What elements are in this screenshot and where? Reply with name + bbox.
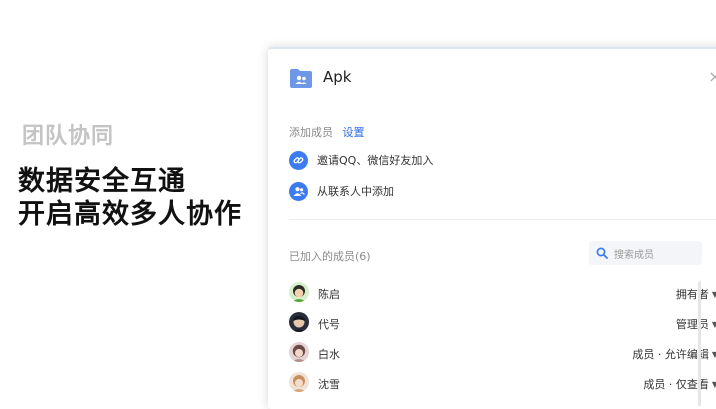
invite-qq-wechat-button[interactable]: 邀请QQ、微信好友加入 bbox=[289, 149, 433, 171]
add-members-row: 添加成员 设置 bbox=[289, 124, 365, 140]
member-name: 代号 bbox=[318, 318, 340, 331]
avatar bbox=[289, 282, 309, 302]
member-role-dropdown[interactable]: 成员 · 仅查看 ▼ bbox=[643, 376, 716, 392]
search-icon bbox=[596, 247, 608, 259]
search-members-input[interactable]: 搜索成员 bbox=[589, 241, 702, 265]
caret-down-icon: ▼ bbox=[711, 380, 716, 389]
caret-down-icon: ▼ bbox=[711, 290, 716, 299]
caret-down-icon: ▼ bbox=[711, 320, 716, 329]
dialog-title: Apk bbox=[323, 68, 352, 86]
caret-down-icon: ▼ bbox=[711, 350, 716, 359]
close-icon[interactable]: × bbox=[707, 69, 716, 85]
add-from-contacts-label: 从联系人中添加 bbox=[317, 185, 394, 198]
member-role-label: 管理员 bbox=[675, 318, 709, 331]
promo-headline-line2: 开启高效多人协作 bbox=[18, 199, 242, 230]
dialog-header: Apk × bbox=[289, 67, 716, 91]
promo-headline-line1: 数据安全互通 bbox=[18, 166, 186, 197]
member-name: 白水 bbox=[318, 348, 340, 361]
contacts-icon bbox=[289, 181, 308, 201]
member-role-label: 拥有者 bbox=[675, 288, 709, 301]
search-placeholder: 搜索成员 bbox=[614, 249, 654, 261]
share-dialog: Apk × 添加成员 设置 邀请QQ、微信好友加入 从联系人中添加 已加入的成员… bbox=[268, 47, 716, 409]
link-icon bbox=[289, 150, 308, 170]
member-role-dropdown[interactable]: 拥有者 ▼ bbox=[676, 286, 716, 302]
member-role-dropdown[interactable]: 成员 · 允许编辑 ▼ bbox=[632, 346, 716, 362]
member-role-dropdown[interactable]: 管理员 ▼ bbox=[676, 316, 716, 332]
member-name: 沈雪 bbox=[318, 378, 340, 391]
promo-headline: 数据安全互通 开启高效多人协作 bbox=[18, 165, 242, 231]
joined-members-label: 已加入的成员(6) bbox=[289, 250, 371, 263]
scrollbar[interactable] bbox=[698, 281, 701, 406]
member-row: 陈启 拥有者 ▼ bbox=[289, 281, 716, 305]
promo-subtitle: 团队协同 bbox=[22, 124, 115, 149]
invite-qq-wechat-label: 邀请QQ、微信好友加入 bbox=[317, 154, 434, 167]
settings-link[interactable]: 设置 bbox=[343, 126, 365, 139]
folder-icon bbox=[290, 69, 312, 88]
divider bbox=[289, 219, 716, 220]
add-members-label: 添加成员 bbox=[289, 126, 333, 139]
member-name: 陈启 bbox=[318, 288, 340, 301]
avatar bbox=[289, 342, 309, 362]
avatar bbox=[289, 372, 309, 392]
add-from-contacts-button[interactable]: 从联系人中添加 bbox=[289, 180, 394, 202]
avatar bbox=[289, 312, 309, 332]
member-row: 沈雪 成员 · 仅查看 ▼ bbox=[289, 371, 716, 395]
member-row: 白水 成员 · 允许编辑 ▼ bbox=[289, 341, 716, 365]
member-row: 代号 管理员 ▼ bbox=[289, 311, 716, 335]
